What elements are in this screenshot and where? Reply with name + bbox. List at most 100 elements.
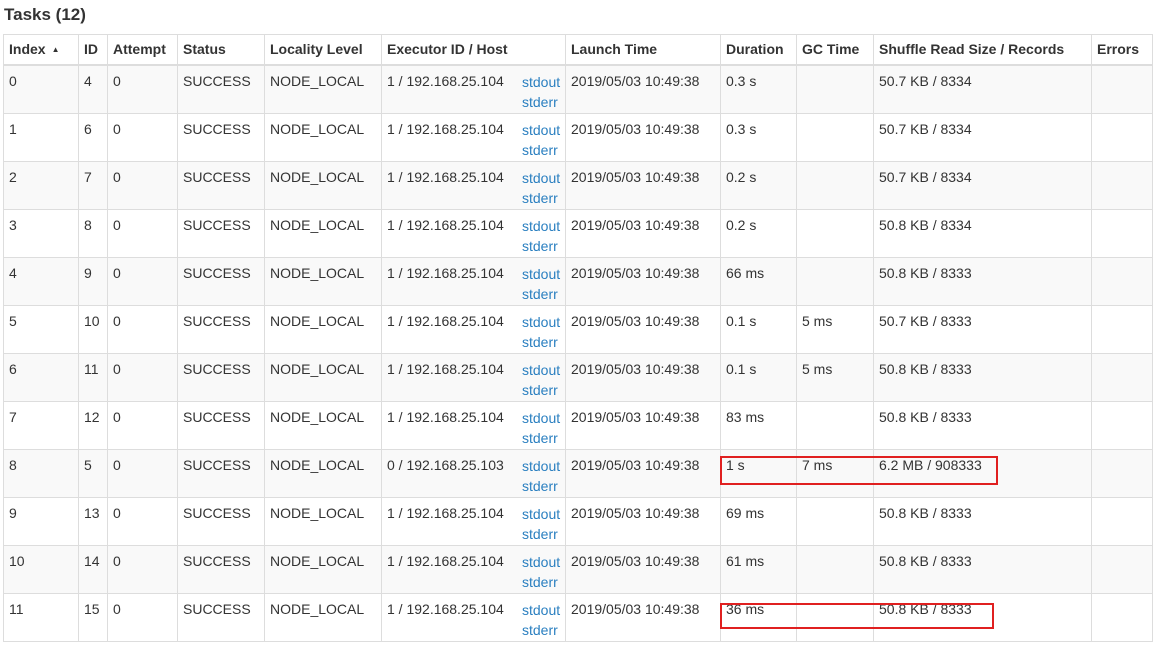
log-links: stdout stderr (522, 72, 560, 112)
column-header-id[interactable]: ID (78, 34, 108, 66)
column-header-index[interactable]: Index ▲ (3, 34, 79, 66)
cell-locality: NODE_LOCAL (264, 448, 382, 498)
tasks-page: Tasks (12) Index ▲ ID Attempt Status Loca… (0, 0, 1158, 656)
column-header-executor[interactable]: Executor ID / Host (381, 34, 566, 66)
cell-errors (1091, 304, 1153, 354)
cell-shuffle: 50.8 KB / 8333 (873, 592, 1092, 642)
cell-launch: 2019/05/03 10:49:38 (565, 400, 721, 450)
cell-attempt: 0 (107, 544, 178, 594)
stderr-link[interactable]: stderr (522, 524, 560, 544)
table-row: 10 14 0 SUCCESS NODE_LOCAL 1 / 192.168.25.104… (3, 544, 1153, 594)
cell-locality: NODE_LOCAL (264, 64, 382, 114)
stdout-link[interactable]: stdout (522, 264, 560, 284)
cell-index: 11 (3, 592, 79, 642)
cell-attempt: 0 (107, 400, 178, 450)
cell-errors (1091, 112, 1153, 162)
stderr-link[interactable]: stderr (522, 572, 560, 592)
stderr-link[interactable]: stderr (522, 380, 560, 400)
stderr-link[interactable]: stderr (522, 284, 560, 304)
cell-errors (1091, 400, 1153, 450)
stdout-link[interactable]: stdout (522, 312, 560, 332)
table-row: 8 5 0 SUCCESS NODE_LOCAL 0 / 192.168.25.103 st… (3, 448, 1153, 498)
cell-id: 13 (78, 496, 108, 546)
cell-locality: NODE_LOCAL (264, 304, 382, 354)
log-links: stdout stderr (522, 600, 560, 640)
stderr-link[interactable]: stderr (522, 92, 560, 112)
cell-duration: 0.1 s (720, 304, 797, 354)
stderr-link[interactable]: stderr (522, 140, 560, 160)
stderr-link[interactable]: stderr (522, 236, 560, 256)
executor-host: 1 / 192.168.25.104 (387, 264, 504, 281)
cell-status: SUCCESS (177, 352, 265, 402)
table-row: 4 9 0 SUCCESS NODE_LOCAL 1 / 192.168.25.104 st… (3, 256, 1153, 306)
stderr-link[interactable]: stderr (522, 620, 560, 640)
cell-id: 4 (78, 64, 108, 114)
cell-locality: NODE_LOCAL (264, 496, 382, 546)
cell-shuffle: 50.7 KB / 8334 (873, 112, 1092, 162)
stdout-link[interactable]: stdout (522, 552, 560, 572)
cell-errors (1091, 544, 1153, 594)
stdout-link[interactable]: stdout (522, 408, 560, 428)
column-header-label: GC Time (802, 41, 860, 57)
log-links: stdout stderr (522, 120, 560, 160)
column-header-launch-time[interactable]: Launch Time (565, 34, 721, 66)
cell-shuffle: 6.2 MB / 908333 (873, 448, 1092, 498)
cell-launch: 2019/05/03 10:49:38 (565, 304, 721, 354)
executor-host: 1 / 192.168.25.104 (387, 552, 504, 569)
stderr-link[interactable]: stderr (522, 428, 560, 448)
cell-shuffle: 50.7 KB / 8334 (873, 64, 1092, 114)
column-header-label: Errors (1097, 41, 1140, 57)
stdout-link[interactable]: stdout (522, 72, 560, 92)
cell-launch: 2019/05/03 10:49:38 (565, 160, 721, 210)
column-header-errors[interactable]: Errors (1091, 34, 1153, 66)
cell-id: 14 (78, 544, 108, 594)
executor-host: 0 / 192.168.25.103 (387, 456, 504, 473)
cell-gc (796, 400, 874, 450)
cell-executor: 0 / 192.168.25.103 stdout stderr (381, 448, 566, 498)
log-links: stdout stderr (522, 408, 560, 448)
cell-shuffle: 50.8 KB / 8333 (873, 544, 1092, 594)
table-header-row: Index ▲ ID Attempt Status Locality Level … (3, 34, 1153, 66)
stdout-link[interactable]: stdout (522, 456, 560, 476)
cell-gc (796, 112, 874, 162)
executor-host: 1 / 192.168.25.104 (387, 216, 504, 233)
executor-host: 1 / 192.168.25.104 (387, 360, 504, 377)
cell-attempt: 0 (107, 112, 178, 162)
stdout-link[interactable]: stdout (522, 168, 560, 188)
cell-locality: NODE_LOCAL (264, 160, 382, 210)
cell-id: 11 (78, 352, 108, 402)
column-header-label: Index (9, 41, 46, 57)
cell-executor: 1 / 192.168.25.104 stdout stderr (381, 304, 566, 354)
cell-launch: 2019/05/03 10:49:38 (565, 352, 721, 402)
cell-executor: 1 / 192.168.25.104 stdout stderr (381, 544, 566, 594)
column-header-status[interactable]: Status (177, 34, 265, 66)
stderr-link[interactable]: stderr (522, 476, 560, 496)
stdout-link[interactable]: stdout (522, 360, 560, 380)
column-header-label: Launch Time (571, 41, 658, 57)
cell-duration: 1 s (720, 448, 797, 498)
cell-duration: 0.3 s (720, 64, 797, 114)
column-header-locality[interactable]: Locality Level (264, 34, 382, 66)
cell-errors (1091, 448, 1153, 498)
stderr-link[interactable]: stderr (522, 188, 560, 208)
cell-executor: 1 / 192.168.25.104 stdout stderr (381, 256, 566, 306)
column-header-gc-time[interactable]: GC Time (796, 34, 874, 66)
stdout-link[interactable]: stdout (522, 216, 560, 236)
cell-index: 4 (3, 256, 79, 306)
column-header-label: Attempt (113, 41, 166, 57)
cell-id: 15 (78, 592, 108, 642)
column-header-duration[interactable]: Duration (720, 34, 797, 66)
stdout-link[interactable]: stdout (522, 600, 560, 620)
executor-host: 1 / 192.168.25.104 (387, 73, 504, 89)
cell-executor: 1 / 192.168.25.104 stdout stderr (381, 112, 566, 162)
stdout-link[interactable]: stdout (522, 120, 560, 140)
table-row: 1 6 0 SUCCESS NODE_LOCAL 1 / 192.168.25.104 st… (3, 112, 1153, 162)
cell-gc (796, 544, 874, 594)
column-header-attempt[interactable]: Attempt (107, 34, 178, 66)
table-row: 5 10 0 SUCCESS NODE_LOCAL 1 / 192.168.25.104 s… (3, 304, 1153, 354)
stdout-link[interactable]: stdout (522, 504, 560, 524)
column-header-shuffle-read[interactable]: Shuffle Read Size / Records (873, 34, 1092, 66)
stderr-link[interactable]: stderr (522, 332, 560, 352)
cell-id: 6 (78, 112, 108, 162)
executor-host: 1 / 192.168.25.104 (387, 408, 504, 425)
